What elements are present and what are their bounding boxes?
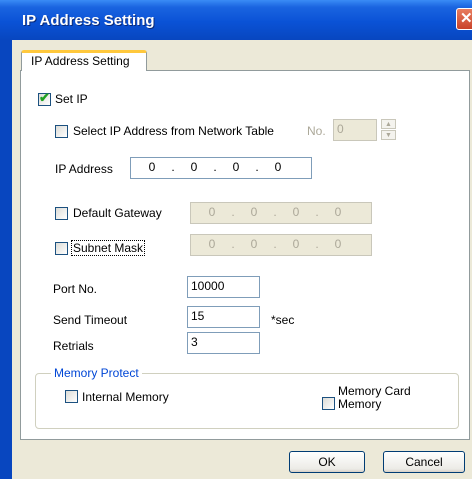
sm-dot: .: [273, 237, 277, 251]
table-no-value: 0: [337, 122, 344, 136]
cancel-button-label: Cancel: [405, 455, 443, 469]
title-bar[interactable]: IP Address Setting ✕: [0, 0, 472, 40]
memory-card-label: Memory Card Memory: [338, 385, 411, 411]
send-timeout-unit: *sec: [271, 313, 295, 327]
gw-dot: .: [273, 205, 277, 219]
ok-button[interactable]: OK: [289, 451, 365, 473]
gw-octet-4: 0: [334, 205, 342, 219]
ip-address-label: IP Address: [55, 162, 113, 176]
send-timeout-label: Send Timeout: [53, 313, 128, 327]
sm-dot: .: [315, 237, 319, 251]
table-no-input[interactable]: 0: [333, 119, 377, 141]
close-icon: ✕: [460, 10, 472, 27]
retrials-label: Retrials: [53, 339, 94, 353]
port-input[interactable]: 10000: [187, 276, 260, 298]
window-frame: [0, 40, 12, 479]
ip-octet-4: 0: [274, 160, 282, 174]
tab-ip-address-setting[interactable]: IP Address Setting: [21, 50, 147, 71]
ip-dot: .: [171, 160, 175, 174]
select-from-table-checkbox[interactable]: [55, 125, 68, 138]
default-gateway-checkbox[interactable]: [55, 207, 68, 220]
gw-octet-3: 0: [292, 205, 300, 219]
default-gateway-label: Default Gateway: [73, 206, 162, 220]
tab-label: IP Address Setting: [31, 54, 130, 68]
check-mark-icon: ✔: [39, 90, 50, 105]
ip-address-input[interactable]: 0. 0. 0. 0: [130, 157, 312, 179]
ip-octet-3: 0: [232, 160, 240, 174]
sm-octet-3: 0: [292, 237, 300, 251]
subnet-mask-input[interactable]: 0. 0. 0. 0: [190, 234, 372, 256]
gw-octet-1: 0: [208, 205, 216, 219]
subnet-mask-label: Subnet Mask: [71, 240, 146, 256]
set-ip-label: Set IP: [55, 92, 88, 106]
retrials-value: 3: [191, 335, 198, 349]
spin-up-icon[interactable]: ▲: [381, 119, 396, 129]
internal-memory-checkbox[interactable]: [65, 390, 78, 403]
cancel-button[interactable]: Cancel: [383, 451, 465, 473]
gw-octet-2: 0: [250, 205, 258, 219]
internal-memory-label: Internal Memory: [82, 390, 169, 404]
port-label: Port No.: [53, 282, 98, 296]
ip-dot: .: [255, 160, 259, 174]
memory-card-checkbox[interactable]: [322, 397, 335, 410]
retrials-input[interactable]: 3: [187, 332, 260, 354]
ok-button-label: OK: [318, 455, 336, 469]
subnet-mask-checkbox[interactable]: [55, 242, 68, 255]
set-ip-checkbox[interactable]: ✔: [38, 90, 51, 106]
sm-octet-2: 0: [250, 237, 258, 251]
port-value: 10000: [191, 279, 225, 293]
select-from-table-label: Select IP Address from Network Table: [73, 124, 274, 138]
sm-octet-4: 0: [334, 237, 342, 251]
memory-card-label-line1: Memory Card: [338, 384, 411, 398]
sm-dot: .: [231, 237, 235, 251]
close-button[interactable]: ✕: [456, 8, 472, 30]
ip-octet-1: 0: [148, 160, 156, 174]
gw-dot: .: [315, 205, 319, 219]
memory-card-label-line2: Memory: [338, 397, 382, 411]
send-timeout-input[interactable]: 15: [187, 306, 260, 328]
ip-dot: .: [213, 160, 217, 174]
send-timeout-value: 15: [191, 309, 205, 323]
spin-down-icon[interactable]: ▼: [381, 130, 396, 140]
window-title: IP Address Setting: [22, 12, 155, 29]
ip-octet-2: 0: [190, 160, 198, 174]
memory-protect-legend: Memory Protect: [51, 366, 142, 380]
table-no-label: No.: [307, 124, 326, 138]
gw-dot: .: [231, 205, 235, 219]
default-gateway-input[interactable]: 0. 0. 0. 0: [190, 202, 372, 224]
sm-octet-1: 0: [208, 237, 216, 251]
table-no-spinner[interactable]: ▲ ▼: [381, 119, 397, 141]
